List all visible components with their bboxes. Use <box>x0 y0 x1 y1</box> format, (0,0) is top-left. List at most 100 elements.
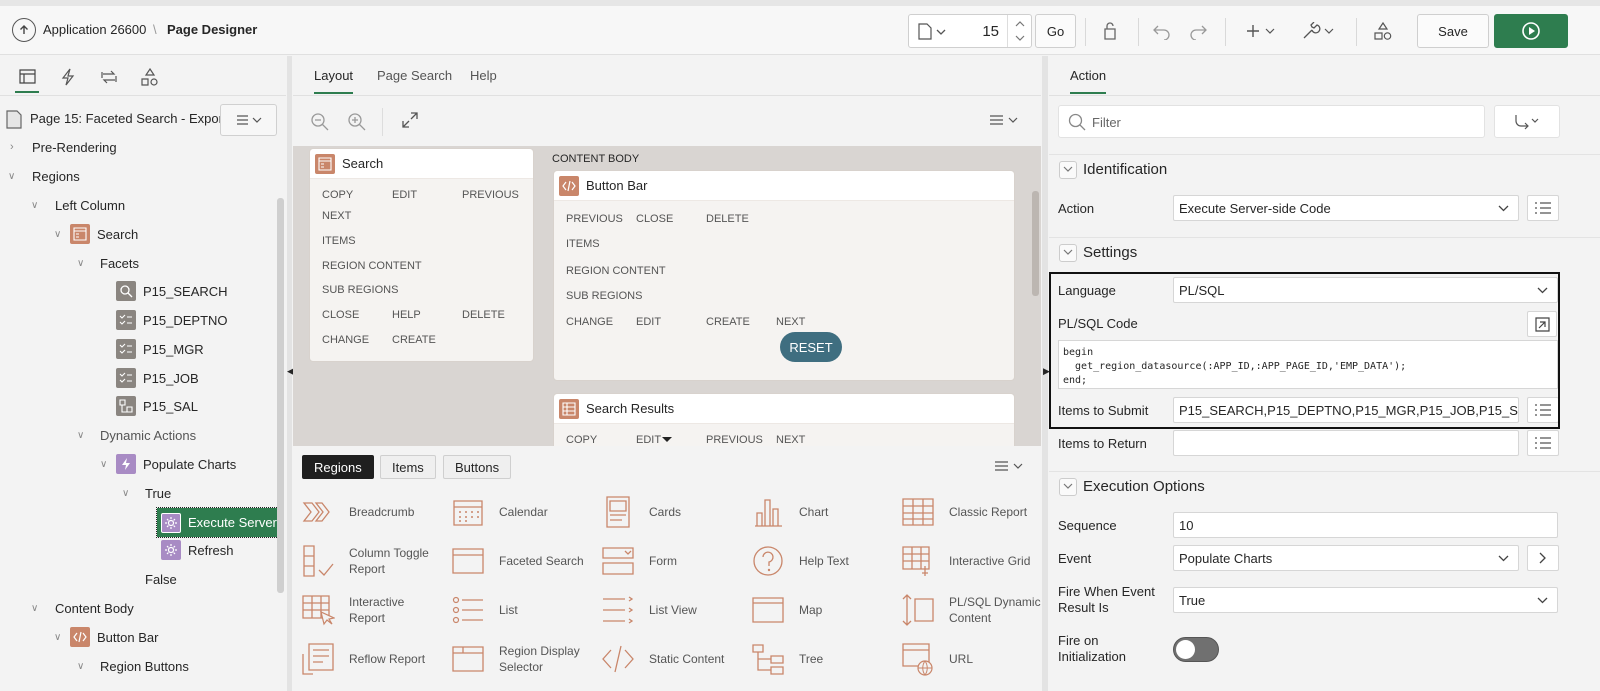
slot-next[interactable]: NEXT <box>322 210 351 222</box>
gallery-item-breadcrumb[interactable]: Breadcrumb <box>293 489 442 535</box>
tree-item-left-column[interactable]: ∨ Left Column <box>31 192 125 218</box>
gallery-tab-regions[interactable]: Regions <box>302 455 374 479</box>
items-to-return-list-button[interactable] <box>1527 430 1559 456</box>
slot-copy[interactable]: COPY <box>566 434 597 446</box>
expand-icon[interactable] <box>402 112 418 128</box>
save-button[interactable]: Save <box>1417 14 1489 48</box>
tree-item-regions[interactable]: ∨ Regions <box>8 163 80 189</box>
page-stepper[interactable] <box>1007 15 1031 47</box>
slot-region-content[interactable]: REGION CONTENT <box>322 260 422 272</box>
tab-page-search[interactable]: Page Search <box>377 68 452 83</box>
tree-item-p15-job[interactable]: P15_JOB <box>116 365 199 391</box>
slot-next[interactable]: NEXT <box>776 434 805 446</box>
action-select[interactable]: Execute Server-side Code <box>1173 195 1519 221</box>
slot-close[interactable]: CLOSE <box>636 213 673 225</box>
gallery-item-reflow-report[interactable]: Reflow Report <box>293 636 442 682</box>
page-number-input[interactable]: 15 <box>982 23 999 40</box>
tab-layout[interactable]: Layout <box>314 68 354 94</box>
gallery-item-interactive-grid[interactable]: Interactive Grid <box>893 538 1042 584</box>
slot-region-content[interactable]: REGION CONTENT <box>566 265 666 277</box>
gallery-item-faceted-search[interactable]: Faceted Search <box>443 538 592 584</box>
section-execution-options[interactable]: Execution Options <box>1049 471 1600 501</box>
left-scrollbar[interactable] <box>277 198 284 593</box>
page-node[interactable]: Page 15: Faceted Search - Export A <box>0 104 286 136</box>
filter-input[interactable]: Filter <box>1058 105 1485 138</box>
app-up-icon[interactable] <box>12 18 36 42</box>
action-list-button[interactable] <box>1527 195 1559 221</box>
undo-icon[interactable] <box>1150 20 1174 42</box>
gallery-item-column-toggle-report[interactable]: Column Toggle Report <box>293 538 442 584</box>
gallery-tab-items[interactable]: Items <box>380 455 436 479</box>
breadcrumb-app[interactable]: Application 26600 <box>43 22 146 37</box>
layout-menu-icon[interactable] <box>989 114 1019 126</box>
fire-when-select[interactable]: True <box>1173 587 1558 613</box>
processing-tab-icon[interactable] <box>97 66 121 88</box>
event-select[interactable]: Populate Charts <box>1173 545 1519 571</box>
gallery-item-url[interactable]: URL <box>893 636 1042 682</box>
slot-items[interactable]: ITEMS <box>566 238 600 250</box>
region-button-bar-card[interactable]: Button Bar PREVIOUS CLOSE DELETE ITEMS R… <box>553 170 1015 381</box>
tree-item-p15-search[interactable]: P15_SEARCH <box>116 278 228 304</box>
gallery-item-list[interactable]: List <box>443 587 592 633</box>
gallery-item-form[interactable]: Form <box>593 538 742 584</box>
gallery-item-plsql-dynamic-content[interactable]: PL/SQL Dynamic Content <box>893 587 1042 633</box>
slot-edit[interactable]: EDIT <box>636 316 661 328</box>
region-search-results-card[interactable]: Search Results COPY EDIT PREVIOUS NEXT <box>553 393 1015 446</box>
tab-action[interactable]: Action <box>1070 68 1107 94</box>
slot-help[interactable]: HELP <box>392 309 421 321</box>
tree-item-search[interactable]: ∨ Search <box>54 221 138 247</box>
slot-create[interactable]: CREATE <box>706 316 750 328</box>
slot-change[interactable]: CHANGE <box>566 316 613 328</box>
slot-previous[interactable]: PREVIOUS <box>706 434 763 446</box>
create-menu-icon[interactable] <box>1245 20 1277 42</box>
redo-icon[interactable] <box>1186 20 1210 42</box>
tree-item-content-body[interactable]: ∨ Content Body <box>31 595 134 621</box>
tree-item-p15-deptno[interactable]: P15_DEPTNO <box>116 307 228 333</box>
go-to-group-button[interactable] <box>1494 105 1560 138</box>
slot-close[interactable]: CLOSE <box>322 309 359 321</box>
zoom-in-icon[interactable] <box>347 112 366 131</box>
canvas-scrollbar[interactable] <box>1032 191 1039 296</box>
gallery-item-tree[interactable]: Tree <box>743 636 892 682</box>
gallery-tab-buttons[interactable]: Buttons <box>443 455 512 479</box>
gallery-item-classic-report[interactable]: Classic Report <box>893 489 1042 535</box>
gallery-item-static-content[interactable]: Static Content <box>593 636 742 682</box>
gallery-item-region-display-selector[interactable]: Region Display Selector <box>443 636 592 682</box>
tree-item-refresh[interactable]: Refresh <box>161 537 234 563</box>
slot-previous[interactable]: PREVIOUS <box>566 213 623 225</box>
tree-item-dynamic-actions[interactable]: ∨ Dynamic Actions <box>77 422 196 448</box>
slot-previous[interactable]: PREVIOUS <box>462 189 519 201</box>
slot-change[interactable]: CHANGE <box>322 334 369 346</box>
slot-next[interactable]: NEXT <box>776 316 805 328</box>
slot-sub-regions[interactable]: SUB REGIONS <box>566 290 642 302</box>
run-page-button[interactable] <box>1494 14 1568 48</box>
tree-item-p15-sal[interactable]: P15_SAL <box>116 393 198 419</box>
shared-components-icon[interactable] <box>1371 20 1395 42</box>
slot-delete[interactable]: DELETE <box>706 213 749 225</box>
gallery-item-cards[interactable]: Cards <box>593 489 742 535</box>
rendering-tab-icon[interactable] <box>15 66 39 93</box>
tree-item-facets[interactable]: ∨ Facets <box>77 250 139 276</box>
tree-item-region-buttons[interactable]: ∨ Region Buttons <box>77 653 189 679</box>
gallery-item-list-view[interactable]: List View <box>593 587 742 633</box>
sequence-field[interactable]: 10 <box>1173 512 1558 538</box>
tree-item-button-bar[interactable]: ∨ Button Bar <box>54 624 158 650</box>
region-search-card[interactable]: Search COPY EDIT PREVIOUS NEXT ITEMS REG… <box>309 148 534 362</box>
gallery-item-calendar[interactable]: Calendar <box>443 489 592 535</box>
layout-canvas[interactable]: Search COPY EDIT PREVIOUS NEXT ITEMS REG… <box>293 146 1041 446</box>
tree-item-p15-mgr[interactable]: P15_MGR <box>116 336 204 362</box>
gallery-item-interactive-report[interactable]: Interactive Report <box>293 587 442 633</box>
shared-components-tab-icon[interactable] <box>138 66 162 88</box>
tree-item-populate-charts[interactable]: ∨ Populate Charts <box>100 451 236 477</box>
tree-item-pre-rendering[interactable]: › Pre-Rendering <box>10 134 117 160</box>
slot-copy[interactable]: COPY <box>322 189 353 201</box>
section-identification[interactable]: Identification <box>1049 154 1600 184</box>
gallery-menu-icon[interactable] <box>994 460 1024 472</box>
fire-on-init-toggle[interactable] <box>1173 637 1219 662</box>
section-settings[interactable]: Settings <box>1049 237 1600 267</box>
zoom-out-icon[interactable] <box>310 112 329 131</box>
slot-edit[interactable]: EDIT <box>392 189 417 201</box>
utilities-wrench-icon[interactable] <box>1300 20 1336 42</box>
gallery-item-help-text[interactable]: Help Text <box>743 538 892 584</box>
event-go-button[interactable] <box>1527 545 1559 571</box>
